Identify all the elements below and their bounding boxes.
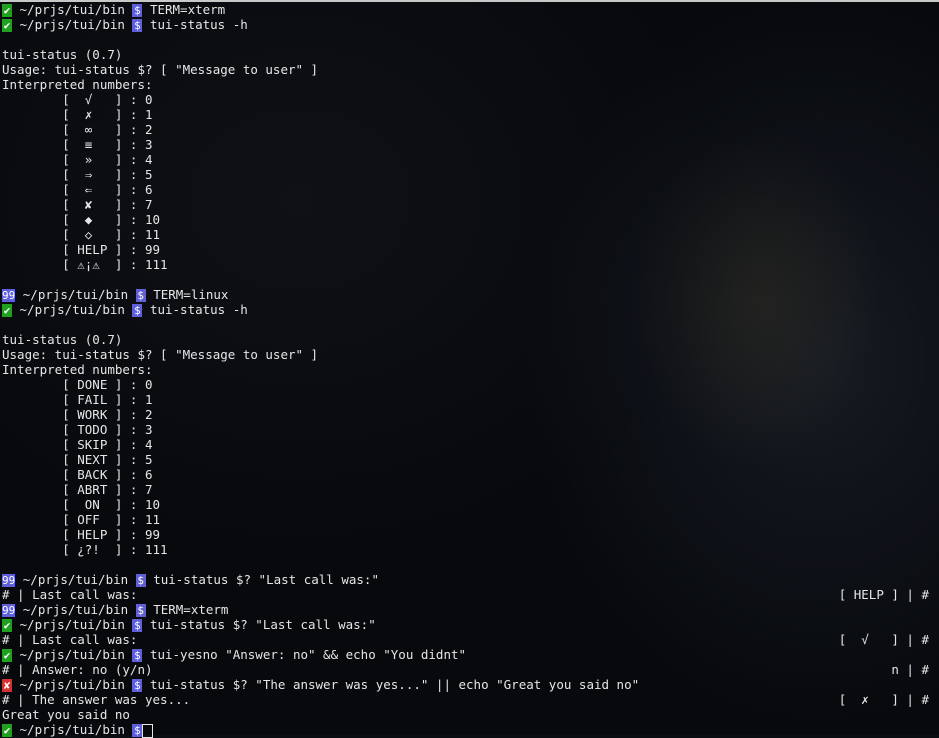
prompt-dollar: $ [132, 19, 143, 32]
prompt-path: ~/prjs/tui/bin [19, 617, 125, 632]
status-row: [ ◇ ] : 11 [2, 227, 161, 242]
prompt-dollar: $ [135, 574, 146, 587]
success-check-icon: ✔ [2, 724, 12, 737]
command-text: tui-status -h [149, 302, 248, 317]
prompt-dollar: $ [132, 649, 143, 662]
status-row: [ HELP ] : 99 [2, 527, 161, 542]
success-check-icon: ✔ [2, 619, 12, 632]
status-row: [ ON ] : 10 [2, 497, 161, 512]
success-check-icon: ✔ [2, 304, 12, 317]
status-row: [ FAIL ] : 1 [2, 392, 153, 407]
prompt-line: 99 ~/prjs/tui/bin $ TERM=xterm [2, 602, 939, 617]
status-output-line: # | Answer: no (y/n) n | # [2, 662, 939, 677]
success-check-icon: ✔ [2, 4, 12, 17]
status-row: [ ⇐ ] : 6 [2, 182, 153, 197]
status-row: [ WORK ] : 2 [2, 407, 153, 422]
command-text: TERM=xterm [149, 2, 226, 17]
status-output-line: # | Last call was: [ HELP ] | # [2, 587, 939, 602]
prompt-line: ✔ ~/prjs/tui/bin $ tui-yesno "Answer: no… [2, 647, 939, 662]
prompt-path: ~/prjs/tui/bin [22, 572, 129, 587]
prompt-path: ~/prjs/tui/bin [19, 2, 125, 17]
terminal-cursor[interactable] [142, 723, 154, 738]
success-check-icon: ✔ [2, 19, 12, 32]
prompt-line: 99 ~/prjs/tui/bin $ TERM=linux [2, 287, 939, 302]
command-text: tui-status -h [149, 17, 248, 32]
command-text: TERM=xterm [153, 602, 229, 617]
status-row: [ ⇒ ] : 5 [2, 167, 153, 182]
status-row: [ ✗ ] : 1 [2, 107, 153, 122]
status-row: [ ⚠¡⚠ ] : 111 [2, 257, 168, 272]
prompt-dollar: $ [135, 289, 146, 302]
prompt-path: ~/prjs/tui/bin [19, 302, 125, 317]
status-output-line: # | The answer was yes... [ ✗ ] | # [2, 692, 939, 707]
output-usage: Usage: tui-status $? [ "Message to user"… [2, 347, 319, 362]
output-text: Great you said no [2, 707, 130, 722]
status-message: # | Answer: no (y/n) [2, 662, 153, 677]
exit-code-badge: 99 [2, 574, 16, 587]
command-text: tui-yesno "Answer: no" && echo "You didn… [149, 647, 467, 662]
prompt-dollar: $ [132, 679, 143, 692]
command-text: TERM=linux [153, 287, 229, 302]
output-header: Interpreted numbers: [2, 362, 153, 377]
command-text: tui-status $? "The answer was yes..." ||… [149, 677, 640, 692]
status-row: [ ≡ ] : 3 [2, 137, 153, 152]
prompt-line: ✔ ~/prjs/tui/bin $ tui-status $? "Last c… [2, 617, 939, 632]
prompt-dollar: $ [132, 724, 143, 737]
status-output-line: # | Last call was: [ √ ] | # [2, 632, 939, 647]
prompt-dollar: $ [135, 604, 146, 617]
prompt-path: ~/prjs/tui/bin [19, 677, 125, 692]
prompt-path: ~/prjs/tui/bin [19, 647, 125, 662]
terminal-output[interactable]: ✔ ~/prjs/tui/bin $ TERM=xterm ✔ ~/prjs/t… [2, 2, 939, 738]
status-row: [ DONE ] : 0 [2, 377, 153, 392]
status-row: [ ABRT ] : 7 [2, 482, 153, 497]
prompt-dollar: $ [132, 619, 143, 632]
status-row: [ NEXT ] : 5 [2, 452, 153, 467]
command-text: tui-status $? "Last call was:" [153, 572, 379, 587]
status-row: [ BACK ] : 6 [2, 467, 153, 482]
prompt-dollar: $ [132, 304, 143, 317]
status-message: # | Last call was: [2, 587, 138, 602]
output-usage: Usage: tui-status $? [ "Message to user"… [2, 62, 319, 77]
status-message: # | The answer was yes... [2, 692, 191, 707]
prompt-path: ~/prjs/tui/bin [22, 602, 129, 617]
status-row: [ ∞ ] : 2 [2, 122, 153, 137]
status-indicator: n | # [891, 662, 929, 677]
prompt-line: ✔ ~/prjs/tui/bin $ tui-status -h [2, 302, 939, 317]
status-message: # | Last call was: [2, 632, 138, 647]
prompt-line: ✘ ~/prjs/tui/bin $ tui-status $? "The an… [2, 677, 939, 692]
exit-code-badge: 99 [2, 604, 16, 617]
status-row: [ » ] : 4 [2, 152, 153, 167]
command-text: tui-status $? "Last call was:" [149, 617, 376, 632]
output-header: Interpreted numbers: [2, 77, 153, 92]
prompt-line: ✔ ~/prjs/tui/bin $ TERM=xterm [2, 2, 939, 17]
prompt-dollar: $ [132, 4, 143, 17]
status-row: [ HELP ] : 99 [2, 242, 161, 257]
output-version: tui-status (0.7) [2, 47, 123, 62]
prompt-path: ~/prjs/tui/bin [22, 287, 129, 302]
success-check-icon: ✔ [2, 649, 12, 662]
status-row: [ ◆ ] : 10 [2, 212, 161, 227]
status-row: [ ✘ ] : 7 [2, 197, 153, 212]
status-indicator: [ HELP ] | # [838, 587, 929, 602]
prompt-line: ✔ ~/prjs/tui/bin $ tui-status -h [2, 17, 939, 32]
status-indicator: [ ✗ ] | # [838, 692, 929, 707]
status-row: [ SKIP ] : 4 [2, 437, 153, 452]
status-row: [ TODO ] : 3 [2, 422, 153, 437]
output-version: tui-status (0.7) [2, 332, 123, 347]
prompt-path: ~/prjs/tui/bin [19, 17, 125, 32]
fail-cross-icon: ✘ [2, 679, 12, 692]
status-row: [ ¿?! ] : 111 [2, 542, 168, 557]
status-row: [ OFF ] : 11 [2, 512, 161, 527]
status-indicator: [ √ ] | # [838, 632, 929, 647]
prompt-line: 99 ~/prjs/tui/bin $ tui-status $? "Last … [2, 572, 939, 587]
status-row: [ √ ] : 0 [2, 92, 153, 107]
exit-code-badge: 99 [2, 289, 16, 302]
